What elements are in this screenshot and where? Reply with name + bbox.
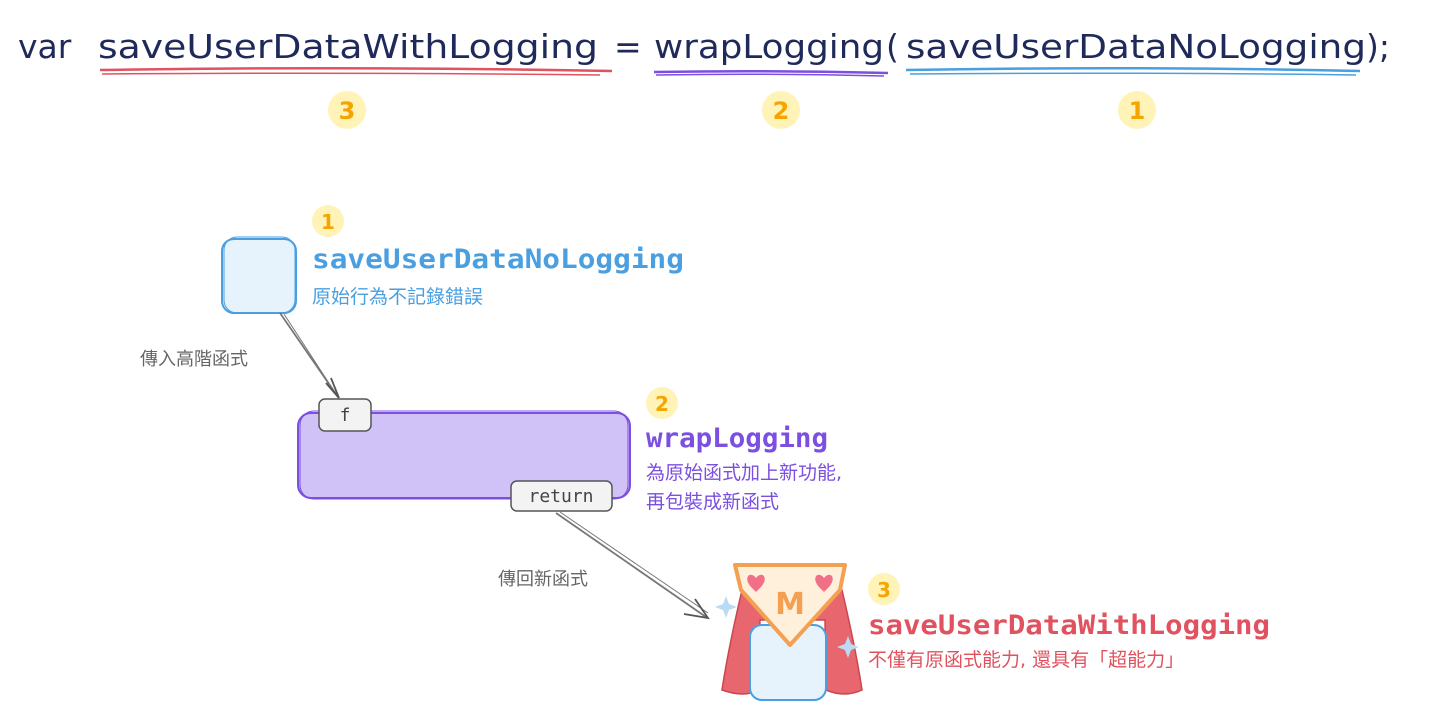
- step-1-number: 1: [321, 210, 335, 234]
- step-2-badge: 2: [646, 387, 678, 419]
- wrapper-output-tab-label: return: [528, 486, 593, 507]
- underline-arg-name-2: [909, 72, 1357, 76]
- sparkle-icon-left: [715, 596, 737, 618]
- underline-wrapper-name-2: [655, 73, 885, 77]
- underline-wrapper-name: [653, 69, 889, 75]
- step-3-desc: 不僅有原函式能力, 還具有「超能力」: [868, 649, 1184, 671]
- code-marker-1-text: 1: [1129, 97, 1146, 125]
- code-marker-3-text: 3: [339, 97, 356, 125]
- original-function-box: [221, 238, 297, 314]
- code-marker-2-text: 2: [773, 97, 790, 125]
- return-label: 傳回新函式: [498, 569, 588, 590]
- step-1-title: saveUserDataNoLogging: [312, 244, 684, 275]
- code-result-name: saveUserDataWithLogging: [98, 27, 598, 66]
- step-3-number: 3: [877, 578, 891, 602]
- code-marker-3: 3: [328, 91, 366, 129]
- code-arg-name: saveUserDataNoLogging: [906, 27, 1366, 66]
- diagram-canvas: var saveUserDataWithLogging = wrapLoggin…: [18, 27, 1390, 701]
- step-1-badge: 1: [312, 205, 344, 237]
- step-2-title: wrapLogging: [646, 423, 828, 454]
- underline-result-name-2: [101, 72, 601, 76]
- superhero-emblem-letter: M: [775, 587, 805, 622]
- underline-arg-name: [905, 66, 1361, 73]
- superhero-function-illustration: M: [715, 563, 863, 701]
- step-1-desc: 原始行為不記錄錯誤: [312, 286, 483, 308]
- code-marker-1: 1: [1118, 91, 1156, 129]
- wrapper-input-tab-label: f: [340, 405, 351, 426]
- return-arrow: [555, 511, 710, 620]
- code-keyword: var: [18, 27, 72, 66]
- code-line: var saveUserDataWithLogging = wrapLoggin…: [18, 27, 1390, 66]
- step-2-number: 2: [655, 392, 669, 416]
- pass-in-arrow: [279, 312, 340, 399]
- code-close: );: [1366, 27, 1390, 66]
- code-wrapper-name: wrapLogging: [654, 27, 884, 66]
- underline-result-name: [99, 66, 613, 73]
- pass-in-label: 傳入高階函式: [140, 349, 248, 370]
- code-open-paren: (: [886, 27, 899, 66]
- step-2-desc-line2: 再包裝成新函式: [646, 491, 779, 513]
- step-3-title: saveUserDataWithLogging: [868, 610, 1270, 641]
- step-3-badge: 3: [868, 573, 900, 605]
- code-marker-2: 2: [762, 91, 800, 129]
- code-equals: =: [614, 27, 642, 66]
- step-2-desc-line1: 為原始函式加上新功能,: [646, 462, 842, 484]
